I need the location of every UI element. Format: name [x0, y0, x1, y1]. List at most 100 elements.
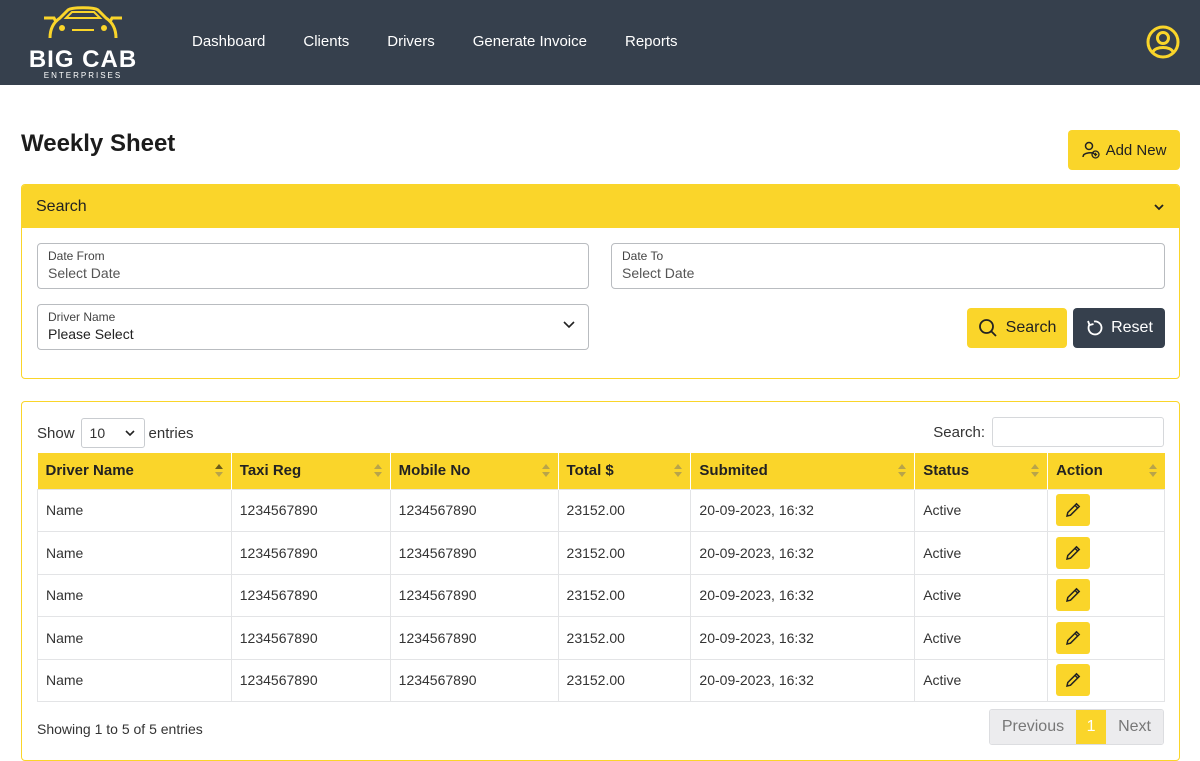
brand-subtitle: ENTERPRISES	[43, 71, 123, 80]
show-label: Show	[37, 424, 75, 442]
search-panel-header[interactable]: Search	[22, 185, 1179, 228]
cell-taxi-reg: 1234567890	[230, 488, 391, 532]
nav-dashboard[interactable]: Dashboard	[192, 33, 265, 51]
cell-status: Active	[914, 616, 1049, 660]
cell-submitted: 20-09-2023, 16:32	[690, 531, 916, 575]
table-row: Name 1234567890 1234567890 23152.00 20-0…	[37, 658, 1165, 702]
table-row: Name 1234567890 1234567890 23152.00 20-0…	[37, 573, 1165, 617]
edit-button[interactable]	[1056, 621, 1091, 654]
cell-submitted: 20-09-2023, 16:32	[690, 488, 916, 532]
entries-select[interactable]: 10	[80, 418, 145, 448]
cell-action	[1047, 658, 1165, 702]
date-from-field[interactable]: Date From Select Date	[37, 243, 589, 289]
cell-mobile-no: 1234567890	[389, 658, 559, 702]
entries-label: entries	[148, 424, 194, 442]
cell-total: 23152.00	[557, 488, 692, 532]
reset-icon	[1087, 320, 1103, 336]
brand-name: BIG CAB	[28, 46, 138, 73]
reset-button-label: Reset	[1111, 319, 1153, 336]
weekly-sheet-table: Driver Name Taxi Reg Mobile No Total $ S…	[37, 453, 1165, 702]
date-to-label: Date To	[622, 249, 664, 263]
pagination-next[interactable]: Next	[1106, 710, 1163, 744]
search-panel: Search Date From Select Date Date To Sel…	[21, 184, 1180, 379]
pagination-page-1[interactable]: 1	[1076, 710, 1107, 744]
table-row: Name 1234567890 1234567890 23152.00 20-0…	[37, 488, 1165, 532]
top-navbar: BIG CAB ENTERPRISES Dashboard Clients Dr…	[0, 0, 1200, 85]
column-header-submitted[interactable]: Submited	[690, 453, 916, 489]
cell-taxi-reg: 1234567890	[230, 658, 391, 702]
cell-action	[1047, 616, 1165, 660]
pagination-previous[interactable]: Previous	[989, 710, 1077, 744]
edit-button[interactable]	[1056, 494, 1091, 527]
cell-driver-name: Name	[37, 531, 232, 575]
cell-mobile-no: 1234567890	[389, 531, 559, 575]
table-search-input[interactable]	[992, 417, 1164, 447]
date-from-input[interactable]: Select Date	[48, 264, 578, 282]
driver-name-value: Please Select	[48, 326, 134, 342]
cell-total: 23152.00	[557, 573, 692, 617]
edit-button[interactable]	[1056, 664, 1091, 697]
entries-length-control: Show 10 entries	[37, 418, 194, 448]
date-to-field[interactable]: Date To Select Date	[611, 243, 1165, 289]
table-row: Name 1234567890 1234567890 23152.00 20-0…	[37, 616, 1165, 660]
chevron-down-icon[interactable]	[1153, 203, 1165, 211]
date-to-input[interactable]: Select Date	[622, 264, 1154, 282]
pencil-icon	[1066, 630, 1081, 645]
cell-total: 23152.00	[557, 658, 692, 702]
add-new-button[interactable]: Add New	[1068, 130, 1180, 170]
sort-icon	[214, 464, 223, 478]
nav-generate-invoice[interactable]: Generate Invoice	[473, 33, 587, 51]
user-circle-icon[interactable]	[1146, 25, 1180, 59]
column-header-total[interactable]: Total $	[558, 453, 692, 489]
cell-submitted: 20-09-2023, 16:32	[690, 658, 916, 702]
main-nav: Dashboard Clients Drivers Generate Invoi…	[192, 33, 716, 51]
cell-taxi-reg: 1234567890	[230, 531, 391, 575]
cell-driver-name: Name	[37, 488, 232, 532]
search-button-label: Search	[1005, 319, 1057, 336]
cell-action	[1047, 531, 1165, 575]
reset-button[interactable]: Reset	[1073, 308, 1165, 348]
sort-icon	[674, 464, 683, 478]
cell-driver-name: Name	[37, 616, 232, 660]
cell-total: 23152.00	[557, 616, 692, 660]
column-header-taxi-reg[interactable]: Taxi Reg	[231, 453, 391, 489]
cell-mobile-no: 1234567890	[389, 616, 559, 660]
table-search-label: Search:	[933, 423, 985, 441]
edit-button[interactable]	[1056, 579, 1091, 612]
pencil-icon	[1066, 672, 1081, 688]
column-header-mobile-no[interactable]: Mobile No	[390, 453, 559, 489]
cell-total: 23152.00	[557, 531, 692, 575]
driver-name-select[interactable]: Driver Name Please Select	[37, 304, 589, 350]
pencil-icon	[1066, 502, 1081, 518]
sort-icon	[1148, 464, 1157, 478]
brand-logo[interactable]: BIG CAB ENTERPRISES	[28, 4, 138, 82]
add-new-label: Add New	[1105, 141, 1167, 159]
column-header-driver-name[interactable]: Driver Name	[37, 453, 232, 489]
column-header-status[interactable]: Status	[914, 453, 1049, 489]
page-title: Weekly Sheet	[21, 130, 176, 157]
cell-status: Active	[914, 573, 1049, 617]
cell-status: Active	[914, 531, 1049, 575]
nav-drivers[interactable]: Drivers	[387, 33, 435, 51]
cell-submitted: 20-09-2023, 16:32	[690, 573, 916, 617]
cell-action	[1047, 488, 1165, 532]
chevron-down-icon	[124, 430, 135, 437]
nav-clients[interactable]: Clients	[303, 33, 349, 51]
cell-mobile-no: 1234567890	[389, 573, 559, 617]
nav-reports[interactable]: Reports	[625, 33, 678, 51]
car-logo-icon	[44, 6, 122, 39]
pagination: Previous 1 Next	[988, 709, 1164, 745]
weekly-sheet-table-panel: Show 10 entries Search: Driver Name Taxi…	[21, 401, 1180, 761]
add-user-icon	[1081, 141, 1100, 159]
table-row: Name 1234567890 1234567890 23152.00 20-0…	[37, 531, 1165, 575]
cell-mobile-no: 1234567890	[389, 488, 559, 532]
column-header-action[interactable]: Action	[1047, 453, 1165, 489]
edit-button[interactable]	[1056, 536, 1091, 569]
table-info: Showing 1 to 5 of 5 entries	[37, 721, 203, 737]
cell-action	[1047, 573, 1165, 617]
search-panel-title: Search	[36, 197, 87, 215]
cell-driver-name: Name	[37, 573, 232, 617]
search-button[interactable]: Search	[967, 308, 1067, 348]
sort-icon	[541, 464, 550, 478]
cell-taxi-reg: 1234567890	[230, 573, 391, 617]
